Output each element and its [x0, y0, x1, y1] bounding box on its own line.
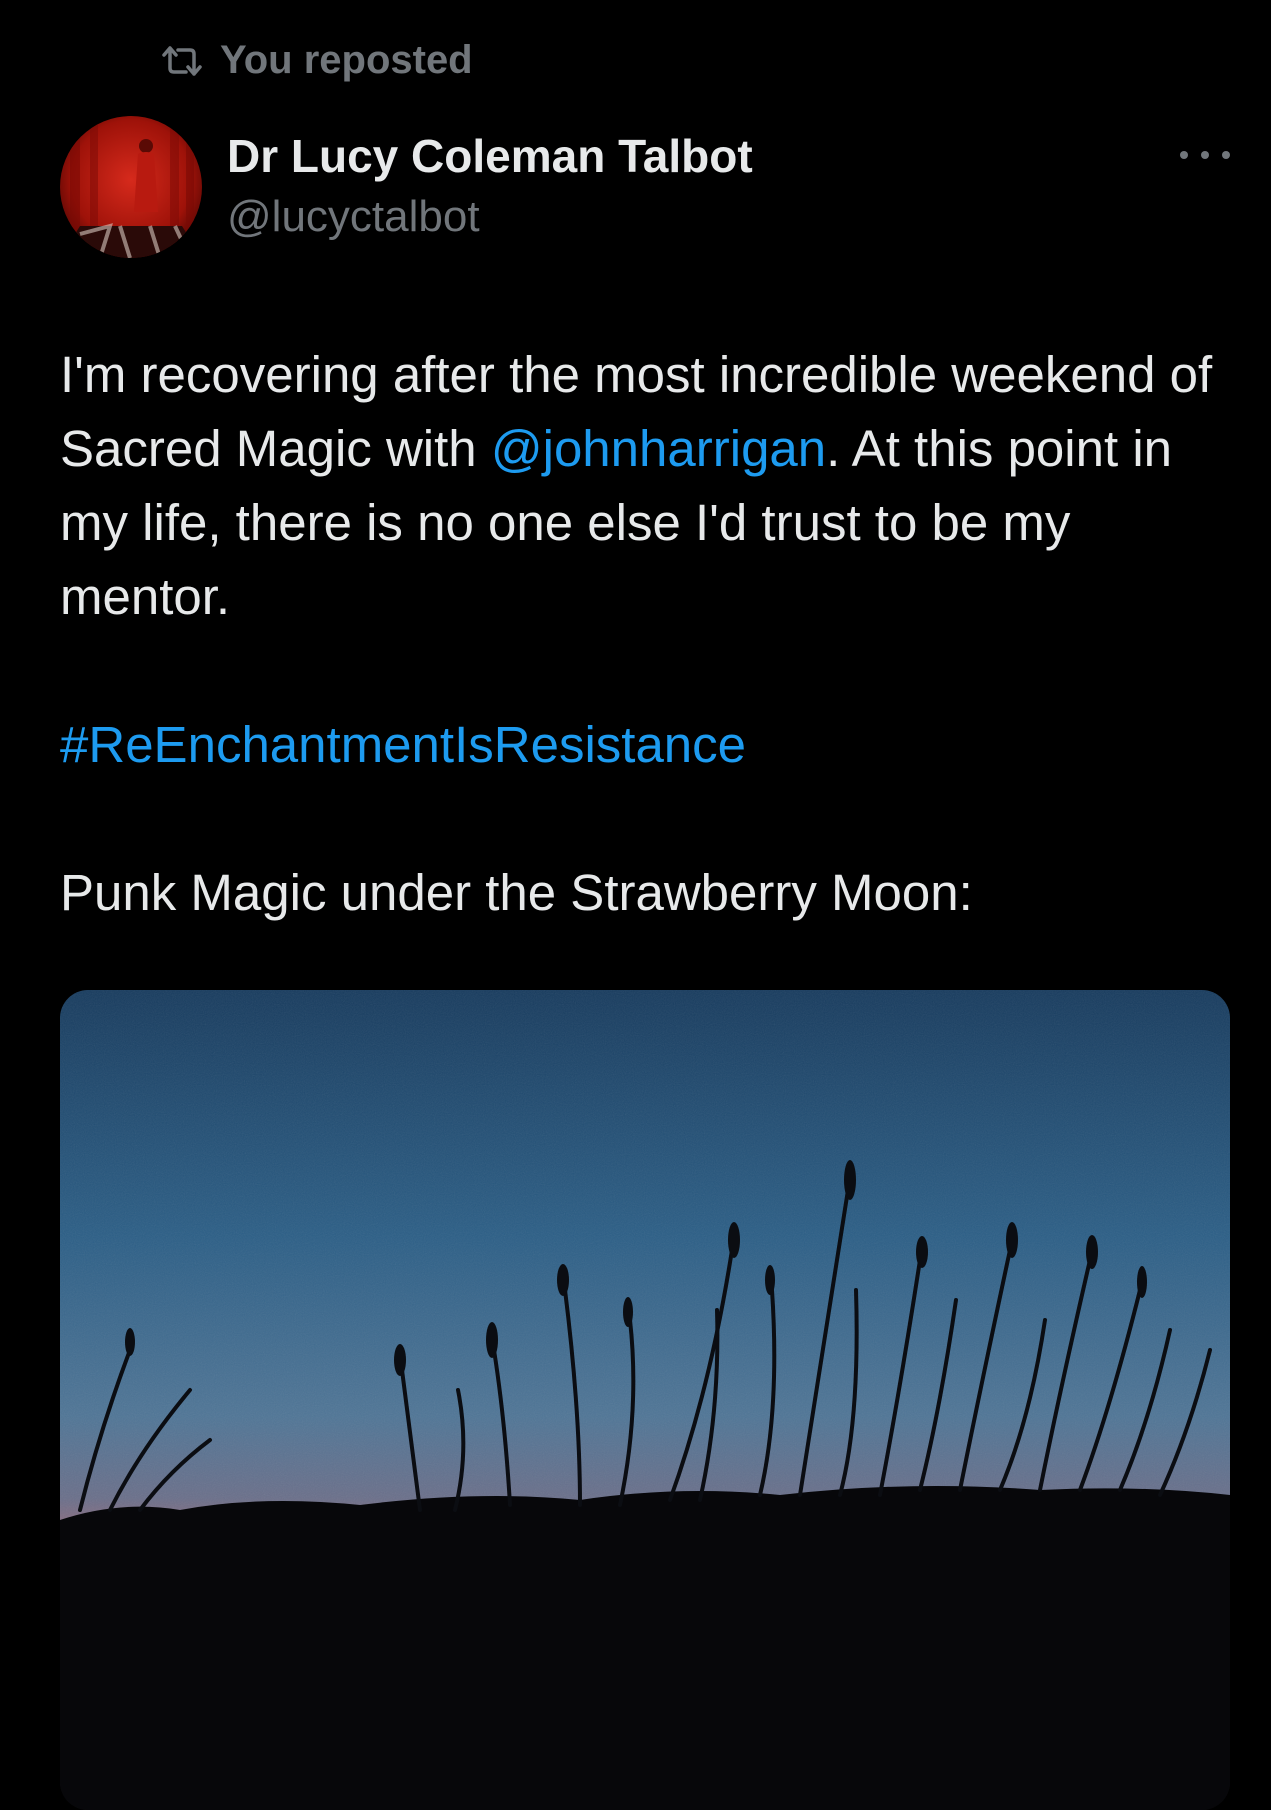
- tweet-media-image[interactable]: [60, 990, 1230, 1810]
- tweet-text: I'm recovering after the most incredible…: [60, 338, 1230, 930]
- hashtag-link[interactable]: #ReEnchantmentIsResistance: [60, 716, 746, 773]
- author-display-name[interactable]: Dr Lucy Coleman Talbot: [227, 129, 753, 183]
- more-dot: [1180, 151, 1188, 159]
- tweet-paragraph: Punk Magic under the Strawberry Moon:: [60, 856, 1230, 930]
- tweet-text-part: Punk Magic under the Strawberry Moon:: [60, 864, 973, 921]
- author-handle[interactable]: @lucyctalbot: [227, 192, 480, 242]
- mention-link[interactable]: @johnharrigan: [491, 420, 826, 477]
- avatar[interactable]: [60, 116, 202, 258]
- more-dot: [1201, 151, 1209, 159]
- more-dot: [1222, 151, 1230, 159]
- tweet-paragraph: #ReEnchantmentIsResistance: [60, 708, 1230, 782]
- repost-icon: [162, 45, 202, 76]
- repost-label: You reposted: [220, 38, 473, 82]
- more-options-icon[interactable]: [1180, 140, 1230, 170]
- tweet-paragraph: I'm recovering after the most incredible…: [60, 338, 1230, 634]
- repost-indicator[interactable]: You reposted: [160, 38, 473, 83]
